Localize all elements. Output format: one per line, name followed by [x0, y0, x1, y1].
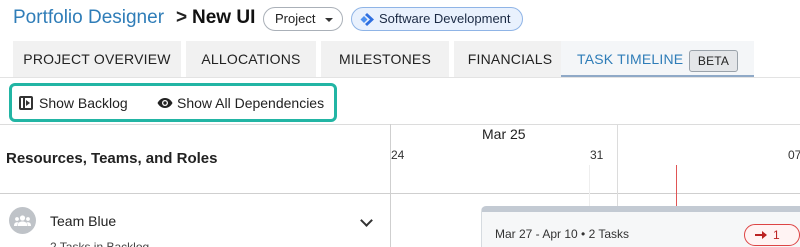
show-all-dependencies-label: Show All Dependencies — [177, 95, 325, 111]
day-label-24: 24 — [391, 148, 405, 162]
project-type-dropdown[interactable]: Project — [263, 7, 343, 31]
dependency-badge[interactable]: 1 — [744, 224, 800, 246]
timeline-toolbar: Show Backlog Show All Dependencies — [9, 83, 337, 122]
resources-section-title: Resources, Teams, and Roles — [6, 150, 218, 167]
task-bar-label: Mar 27 - Apr 10 • 2 Tasks — [495, 227, 630, 241]
tab-milestones[interactable]: MILESTONES — [321, 41, 449, 78]
caret-down-icon — [325, 18, 333, 22]
timeline-row-divider — [0, 193, 800, 194]
tab-financials[interactable]: FINANCIALS — [454, 41, 566, 78]
dependency-count: 1 — [773, 228, 780, 242]
tab-task-timeline[interactable]: TASK TIMELINE BETA — [561, 41, 754, 78]
software-development-tag[interactable]: Software Development — [351, 7, 523, 31]
page-title: New UI — [192, 7, 256, 28]
tab-divider — [0, 77, 800, 78]
beta-badge: BETA — [689, 50, 738, 72]
software-development-label: Software Development — [379, 11, 511, 26]
page-header: Portfolio Designer > New UI Project Soft… — [0, 0, 800, 38]
breadcrumb-separator: > — [176, 7, 188, 28]
backlog-panel-icon — [19, 96, 33, 110]
tab-allocations[interactable]: ALLOCATIONS — [186, 41, 316, 78]
tab-bar: PROJECT OVERVIEW ALLOCATIONS MILESTONES … — [13, 41, 800, 78]
task-bar[interactable]: Mar 27 - Apr 10 • 2 Tasks 1 — [481, 206, 800, 247]
day-label-31: 31 — [590, 148, 604, 162]
day-label-07: 07 — [788, 148, 800, 162]
resource-column-divider — [390, 124, 391, 247]
arrow-right-icon — [755, 231, 767, 239]
show-backlog-button[interactable]: Show Backlog — [19, 93, 135, 113]
eye-icon — [157, 98, 173, 108]
month-label: Mar 25 — [482, 126, 526, 142]
timeline-header-divider — [0, 124, 800, 125]
group-icon — [14, 215, 31, 226]
team-backlog-count: 2 Tasks in Backlog — [50, 240, 150, 247]
project-type-label: Project — [275, 11, 316, 26]
team-avatar — [9, 207, 36, 234]
show-all-dependencies-button[interactable]: Show All Dependencies — [157, 93, 335, 113]
tab-project-overview[interactable]: PROJECT OVERVIEW — [13, 41, 181, 78]
team-name: Team Blue — [50, 213, 117, 229]
jira-icon — [360, 13, 374, 26]
show-backlog-label: Show Backlog — [39, 95, 128, 111]
tab-task-timeline-label: TASK TIMELINE — [577, 51, 684, 67]
breadcrumb-parent-link[interactable]: Portfolio Designer — [13, 7, 164, 29]
chevron-down-icon[interactable] — [360, 214, 373, 227]
